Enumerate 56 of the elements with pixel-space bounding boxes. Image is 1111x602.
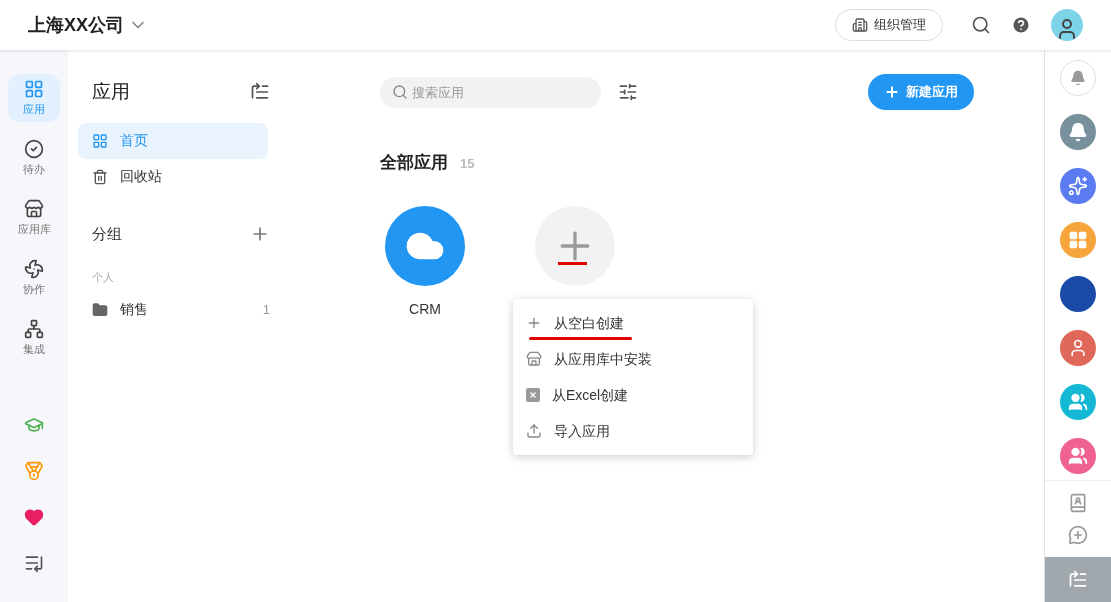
app-count: 15	[460, 155, 475, 173]
plus-icon	[526, 315, 542, 331]
group-avatar[interactable]	[1060, 384, 1096, 420]
chat-add-icon[interactable]	[1068, 525, 1088, 545]
upload-icon	[526, 423, 542, 439]
nav-item[interactable]: 待办	[8, 134, 60, 182]
menu-item[interactable]: 从应用库中安装	[513, 341, 753, 377]
store-icon	[526, 351, 542, 367]
person-avatar[interactable]	[1060, 330, 1096, 366]
building-icon	[852, 17, 868, 33]
pinwheel-icon	[24, 258, 44, 279]
sidebar-item[interactable]: 回收站	[78, 158, 268, 195]
user-avatar[interactable]	[1051, 9, 1083, 41]
apps-icon	[24, 78, 44, 99]
group-avatar[interactable]	[1060, 438, 1096, 474]
contacts-icon[interactable]	[1068, 493, 1088, 513]
menu-item[interactable]: 从空白创建	[513, 305, 753, 341]
photo-placeholder[interactable]	[1060, 276, 1096, 312]
network-icon	[24, 318, 44, 339]
sidebar-title: 应用	[92, 80, 130, 104]
plus-icon	[884, 84, 900, 100]
company-name: 上海XX公司	[28, 13, 124, 37]
nav-item[interactable]: 集成	[8, 314, 60, 362]
bell-avatar[interactable]	[1060, 114, 1096, 150]
spark-avatar[interactable]	[1060, 168, 1096, 204]
check-circle-icon	[24, 138, 44, 159]
help-icon[interactable]	[1011, 15, 1031, 35]
bell-outline-avatar[interactable]	[1060, 60, 1096, 96]
search-icon	[392, 83, 408, 100]
expand-menu-icon[interactable]	[24, 553, 44, 573]
medal-icon[interactable]	[24, 461, 44, 481]
group-heading: 分组	[92, 223, 122, 244]
trash-icon	[92, 168, 108, 185]
collapse-button[interactable]	[1045, 557, 1111, 602]
heart-icon[interactable]	[24, 507, 44, 527]
group-count: 1	[262, 300, 270, 319]
nav-item[interactable]: 协作	[8, 254, 60, 302]
excel-icon	[526, 388, 540, 402]
grid-avatar[interactable]	[1060, 222, 1096, 258]
group-item[interactable]: 销售 1	[92, 297, 274, 322]
grid-icon	[92, 132, 108, 149]
annotation-underline	[558, 261, 587, 265]
folder-icon	[92, 301, 108, 318]
menu-item[interactable]: 从Excel创建	[513, 377, 753, 413]
search-icon[interactable]	[971, 15, 991, 35]
filter-icon[interactable]	[618, 82, 638, 102]
section-title: 全部应用	[380, 152, 448, 174]
section-label: 个人	[92, 270, 115, 285]
nav-item[interactable]: 应用库	[8, 194, 60, 242]
group-label: 销售	[120, 300, 149, 319]
search-field[interactable]: 搜索应用	[380, 76, 601, 108]
app-name: CRM	[409, 299, 441, 319]
store-icon	[24, 198, 44, 219]
graduation-cap-icon[interactable]	[24, 415, 44, 435]
collapse-icon	[1068, 569, 1088, 590]
menu-item[interactable]: 导入应用	[513, 413, 753, 449]
